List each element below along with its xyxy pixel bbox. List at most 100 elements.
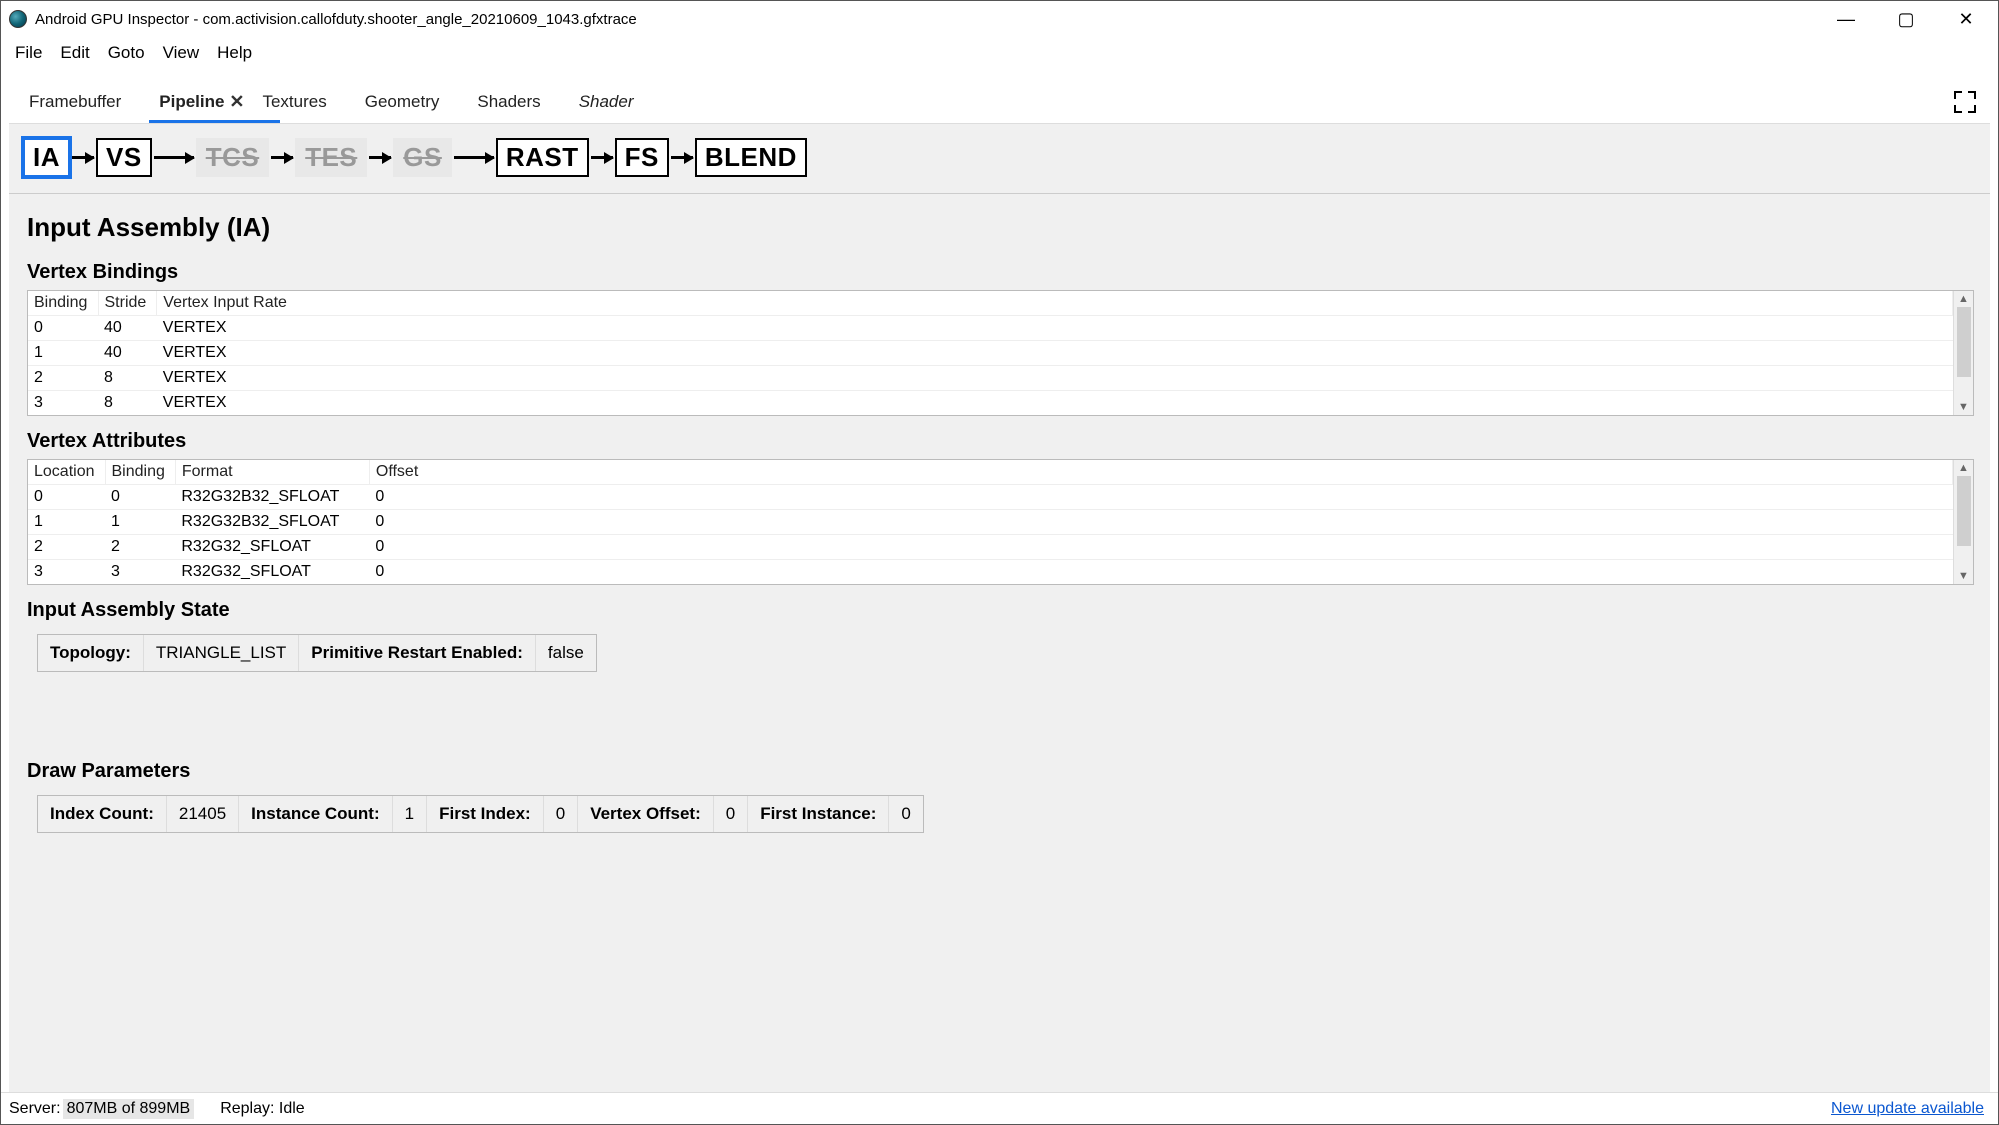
fullscreen-toggle-icon[interactable] xyxy=(1954,91,1976,113)
first-instance-label: First Instance: xyxy=(748,796,889,832)
stage-blend[interactable]: BLEND xyxy=(695,138,807,177)
tab-label: Textures xyxy=(262,92,326,111)
menu-goto[interactable]: Goto xyxy=(100,41,153,65)
col-offset[interactable]: Offset xyxy=(369,460,1952,485)
tab-framebuffer[interactable]: Framebuffer xyxy=(19,82,149,122)
menu-file[interactable]: File xyxy=(7,41,50,65)
section-vertex-attributes: Vertex Attributes xyxy=(27,430,1974,453)
scrollbar-vertical[interactable]: ▲▼ xyxy=(1953,291,1973,415)
tab-close-icon[interactable]: ✕ xyxy=(223,91,250,112)
tab-textures[interactable]: Textures xyxy=(252,82,354,122)
section-vertex-bindings: Vertex Bindings xyxy=(27,261,1974,284)
tab-shaders[interactable]: Shaders xyxy=(467,82,568,122)
server-label: Server: xyxy=(9,1100,61,1118)
vertex-attributes-table: Location Binding Format Offset 00R32G32B… xyxy=(27,459,1974,585)
minimize-button[interactable]: — xyxy=(1816,1,1876,37)
scroll-up-icon[interactable]: ▲ xyxy=(1958,291,1969,307)
table-row[interactable]: 140VERTEX xyxy=(28,341,1953,366)
arrow-icon xyxy=(591,156,613,159)
table-row[interactable]: 33R32G32_SFLOAT0 xyxy=(28,560,1953,585)
scroll-up-icon[interactable]: ▲ xyxy=(1958,460,1969,476)
window-controls: — ▢ ✕ xyxy=(1816,1,1996,37)
menu-view[interactable]: View xyxy=(155,41,208,65)
menubar: File Edit Goto View Help xyxy=(1,37,1998,72)
stage-vs[interactable]: VS xyxy=(96,138,152,177)
vertex-bindings-table: Binding Stride Vertex Input Rate 040VERT… xyxy=(27,290,1974,416)
main-scroll[interactable]: Input Assembly (IA) Vertex Bindings Bind… xyxy=(9,194,1990,1088)
col-format[interactable]: Format xyxy=(175,460,369,485)
primitive-restart-value: false xyxy=(536,635,596,671)
app-window: Android GPU Inspector - com.activision.c… xyxy=(0,0,1999,1125)
scroll-down-icon[interactable]: ▼ xyxy=(1958,399,1969,415)
tab-shader[interactable]: Shader xyxy=(569,82,662,122)
window-title: Android GPU Inspector - com.activision.c… xyxy=(35,11,1816,28)
table-row[interactable]: 38VERTEX xyxy=(28,391,1953,416)
table-header: Location Binding Format Offset xyxy=(28,460,1953,485)
topology-value: TRIANGLE_LIST xyxy=(144,635,299,671)
table-row[interactable]: 00R32G32B32_SFLOAT0 xyxy=(28,485,1953,510)
close-icon: ✕ xyxy=(1958,9,1973,30)
col-binding[interactable]: Binding xyxy=(105,460,175,485)
arrow-icon xyxy=(72,156,94,159)
tab-label: Geometry xyxy=(365,92,440,111)
col-rate[interactable]: Vertex Input Rate xyxy=(157,291,1953,316)
tab-pipeline[interactable]: Pipeline✕ xyxy=(149,82,252,122)
close-button[interactable]: ✕ xyxy=(1936,1,1996,37)
col-location[interactable]: Location xyxy=(28,460,105,485)
arrow-icon xyxy=(271,156,293,159)
tab-label: Pipeline xyxy=(159,92,224,111)
server-value: 807MB of 899MB xyxy=(63,1099,195,1119)
stage-rast[interactable]: RAST xyxy=(496,138,589,177)
draw-parameters-box: Index Count: 21405 Instance Count: 1 Fir… xyxy=(37,795,924,833)
first-instance-value: 0 xyxy=(889,796,922,832)
scroll-down-icon[interactable]: ▼ xyxy=(1958,568,1969,584)
primitive-restart-label: Primitive Restart Enabled: xyxy=(299,635,536,671)
section-input-assembly-state: Input Assembly State xyxy=(27,599,1974,622)
index-count-value: 21405 xyxy=(167,796,239,832)
first-index-value: 0 xyxy=(544,796,578,832)
table-row[interactable]: 28VERTEX xyxy=(28,366,1953,391)
col-stride[interactable]: Stride xyxy=(98,291,157,316)
tab-geometry[interactable]: Geometry xyxy=(355,82,468,122)
tab-label: Shader xyxy=(579,92,634,111)
topology-label: Topology: xyxy=(38,635,144,671)
menu-help[interactable]: Help xyxy=(209,41,260,65)
replay-value: Idle xyxy=(279,1100,305,1118)
scrollbar-vertical[interactable]: ▲▼ xyxy=(1953,460,1973,584)
vertex-offset-value: 0 xyxy=(714,796,748,832)
minimize-icon: — xyxy=(1837,9,1855,30)
instance-count-value: 1 xyxy=(393,796,427,832)
vertex-offset-label: Vertex Offset: xyxy=(578,796,714,832)
arrow-icon xyxy=(671,156,693,159)
table-header: Binding Stride Vertex Input Rate xyxy=(28,291,1953,316)
maximize-icon: ▢ xyxy=(1897,9,1914,30)
arrow-icon xyxy=(154,156,194,159)
stage-ia[interactable]: IA xyxy=(23,138,70,177)
tab-label: Framebuffer xyxy=(29,92,121,111)
section-draw-parameters: Draw Parameters xyxy=(27,760,1974,783)
scroll-thumb[interactable] xyxy=(1957,307,1971,377)
table-row[interactable]: 11R32G32B32_SFLOAT0 xyxy=(28,510,1953,535)
update-link[interactable]: New update available xyxy=(1831,1100,1990,1118)
stage-tes[interactable]: TES xyxy=(295,138,367,177)
scroll-thumb[interactable] xyxy=(1957,476,1971,546)
maximize-button[interactable]: ▢ xyxy=(1876,1,1936,37)
tab-label: Shaders xyxy=(477,92,540,111)
statusbar: Server: 807MB of 899MB Replay: Idle New … xyxy=(1,1092,1998,1124)
stage-tcs[interactable]: TCS xyxy=(196,138,270,177)
stage-fs[interactable]: FS xyxy=(615,138,669,177)
titlebar: Android GPU Inspector - com.activision.c… xyxy=(1,1,1998,37)
first-index-label: First Index: xyxy=(427,796,544,832)
col-binding[interactable]: Binding xyxy=(28,291,98,316)
table-row[interactable]: 22R32G32_SFLOAT0 xyxy=(28,535,1953,560)
page-title: Input Assembly (IA) xyxy=(27,212,1974,243)
arrow-icon xyxy=(369,156,391,159)
stage-gs[interactable]: GS xyxy=(393,138,452,177)
app-icon xyxy=(9,10,27,28)
menu-edit[interactable]: Edit xyxy=(52,41,97,65)
tabstrip: Framebuffer Pipeline✕ Textures Geometry … xyxy=(9,80,1990,124)
index-count-label: Index Count: xyxy=(38,796,167,832)
pipeline-stages: IA VS TCS TES GS RAST FS BLEND xyxy=(9,124,1990,194)
arrow-icon xyxy=(454,156,494,159)
table-row[interactable]: 040VERTEX xyxy=(28,316,1953,341)
